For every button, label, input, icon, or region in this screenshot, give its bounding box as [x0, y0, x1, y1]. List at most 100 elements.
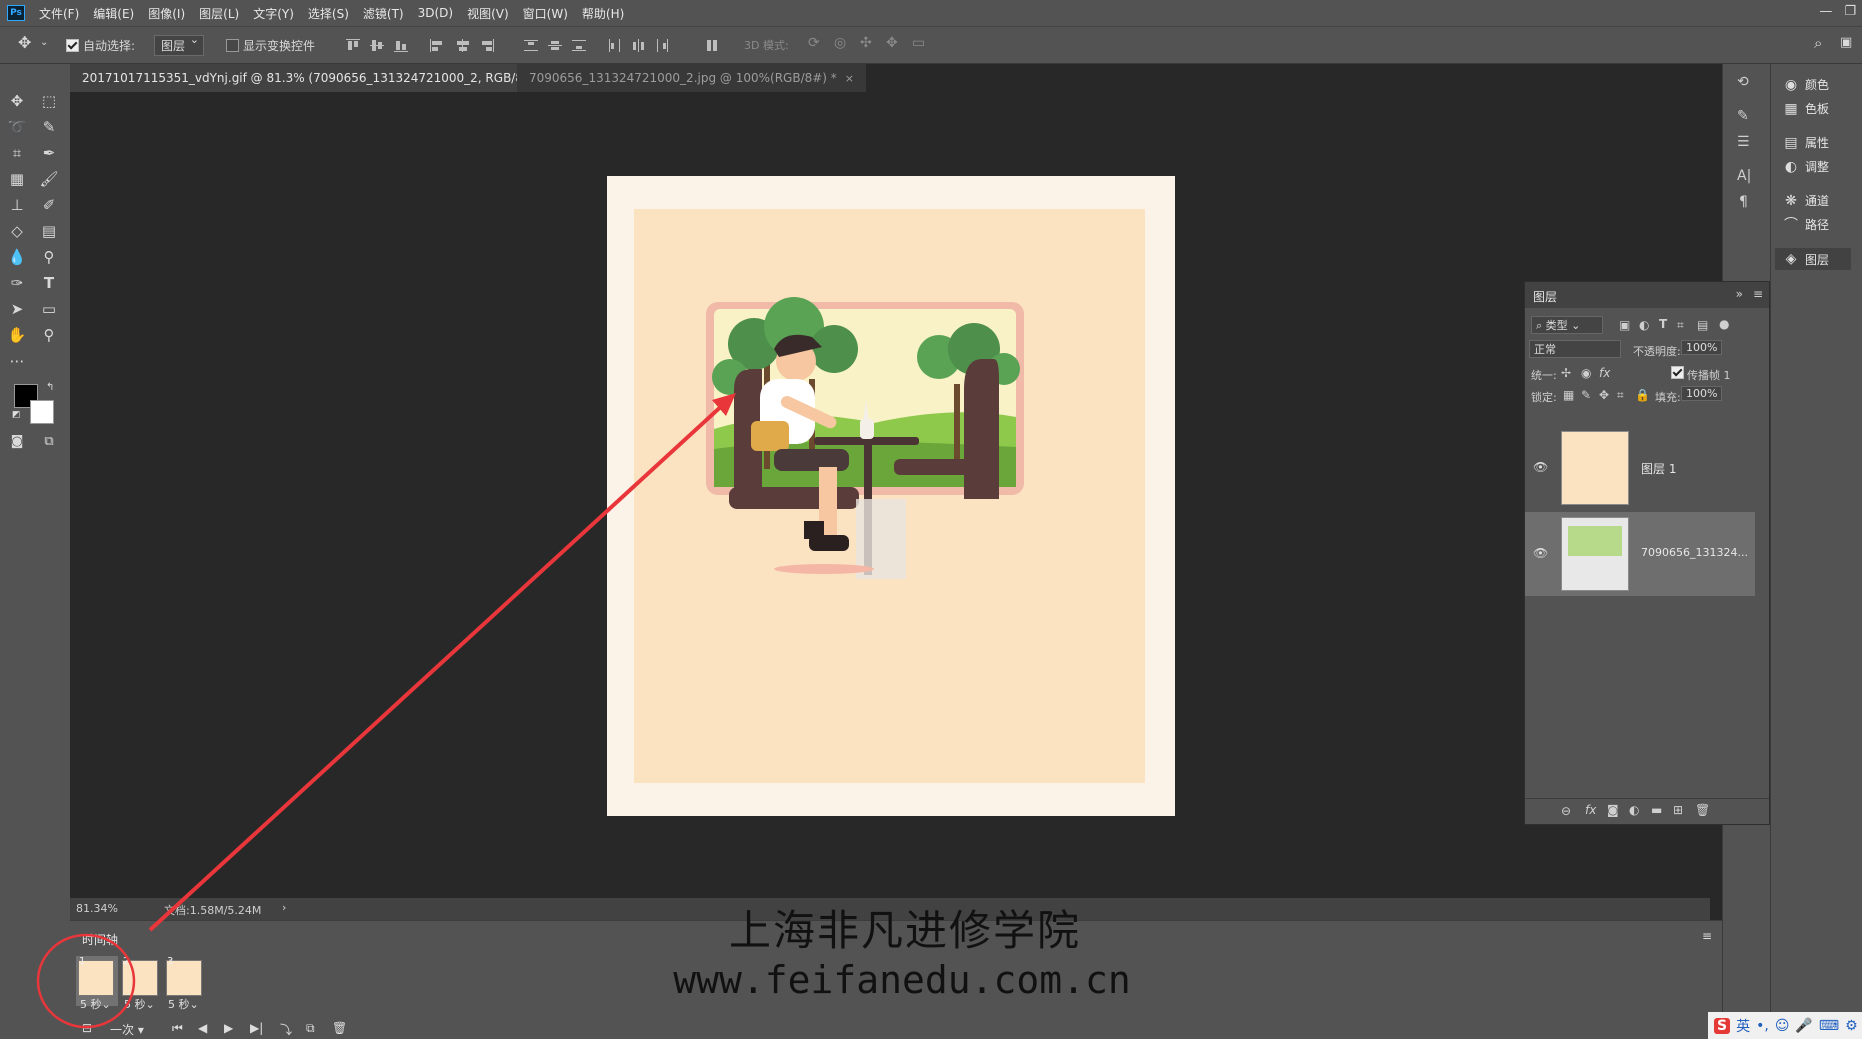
- layer-row-layer1[interactable]: 👁 图层 1: [1525, 426, 1755, 510]
- sogou-logo-icon[interactable]: S: [1714, 1017, 1731, 1034]
- more-tools-icon[interactable]: ⋯: [4, 350, 30, 372]
- distribute-left-icon[interactable]: [608, 39, 622, 52]
- dock-swatches[interactable]: ▦ 色板: [1783, 100, 1829, 117]
- lock-artboard-icon[interactable]: ⌗: [1617, 388, 1624, 403]
- filter-smart-object-icon[interactable]: ▤: [1697, 318, 1708, 332]
- restore-button[interactable]: ❐: [1844, 4, 1856, 19]
- fill-input[interactable]: 100%: [1681, 386, 1723, 401]
- minimize-button[interactable]: —: [1819, 4, 1832, 19]
- visibility-eye-icon[interactable]: 👁: [1533, 460, 1548, 474]
- play-icon[interactable]: ▶: [224, 1021, 233, 1035]
- dock-properties[interactable]: ▤ 属性: [1783, 134, 1829, 151]
- timeline-frame-2[interactable]: 25 秒⌄: [120, 956, 162, 1011]
- tween-icon[interactable]: ⤵: [280, 1021, 292, 1038]
- emoji-icon[interactable]: ☺: [1775, 1018, 1790, 1034]
- frame-tool-icon[interactable]: ▦: [4, 168, 30, 190]
- unify-visibility-icon[interactable]: ◉: [1581, 366, 1591, 380]
- workspace-icon[interactable]: ▣: [1840, 35, 1852, 50]
- quick-mask-icon[interactable]: ◙: [4, 430, 30, 452]
- crop-tool-icon[interactable]: ⌗: [4, 142, 30, 164]
- distribute-bottom-icon[interactable]: [572, 39, 586, 52]
- screen-mode-icon[interactable]: ⧉: [36, 430, 62, 452]
- menu-type[interactable]: 文字(Y): [253, 5, 294, 22]
- ime-mode[interactable]: 英: [1736, 1016, 1750, 1036]
- align-bottom-icon[interactable]: [394, 39, 408, 52]
- dock-paths[interactable]: ⌒ 路径: [1783, 216, 1829, 233]
- show-transform-checkbox[interactable]: 显示变换控件: [226, 37, 315, 54]
- delete-frame-icon[interactable]: 🗑: [332, 1021, 347, 1035]
- add-mask-icon[interactable]: ◙: [1607, 803, 1619, 817]
- collapse-panel-icon[interactable]: »: [1736, 287, 1743, 301]
- align-vcenter-icon[interactable]: [370, 39, 384, 52]
- blur-tool-icon[interactable]: 💧: [4, 246, 30, 268]
- move-tool-icon[interactable]: ✥: [18, 33, 31, 52]
- dock-color[interactable]: ◉ 颜色: [1783, 76, 1829, 93]
- convert-timeline-icon[interactable]: ⊟: [82, 1021, 92, 1035]
- stamp-tool-icon[interactable]: ⊥: [4, 194, 30, 216]
- eyedropper-tool-icon[interactable]: ✒: [36, 142, 62, 164]
- swap-colors-icon[interactable]: ↰: [46, 382, 54, 393]
- new-group-icon[interactable]: ▬: [1651, 803, 1662, 817]
- next-frame-icon[interactable]: ▶|: [250, 1021, 263, 1035]
- align-hcenter-icon[interactable]: [456, 39, 470, 52]
- move-tool-icon[interactable]: ✥: [4, 90, 30, 112]
- marquee-tool-icon[interactable]: ⬚: [36, 90, 62, 112]
- zoom-level[interactable]: 81.34%: [76, 902, 118, 915]
- rectangle-tool-icon[interactable]: ▭: [36, 298, 62, 320]
- history-brush-tool-icon[interactable]: ✐: [36, 194, 62, 216]
- layer-name[interactable]: 7090656_131324...: [1641, 546, 1748, 559]
- auto-align-icon[interactable]: [706, 39, 720, 52]
- type-tool-icon[interactable]: T: [36, 272, 62, 294]
- distribute-top-icon[interactable]: [524, 39, 538, 52]
- hand-tool-icon[interactable]: ✋: [4, 324, 30, 346]
- align-right-icon[interactable]: [480, 39, 494, 52]
- menu-edit[interactable]: 编辑(E): [93, 5, 134, 22]
- tab-gif-document[interactable]: 20171017115351_vdYnj.gif @ 81.3% (709065…: [70, 64, 567, 92]
- filter-kind-dropdown[interactable]: ⌕ 类型 ⌄: [1531, 316, 1603, 334]
- delete-layer-icon[interactable]: 🗑: [1695, 803, 1710, 817]
- menu-3d[interactable]: 3D(D): [418, 6, 453, 20]
- gradient-tool-icon[interactable]: ▤: [36, 220, 62, 242]
- keyboard-icon[interactable]: ⌨: [1819, 1018, 1839, 1034]
- close-tab-icon[interactable]: ×: [845, 72, 854, 85]
- filter-type-icon[interactable]: T: [1659, 317, 1667, 331]
- dock-layers[interactable]: ◈ 图层: [1775, 248, 1851, 270]
- distribute-hcenter-icon[interactable]: [632, 39, 646, 52]
- microphone-icon[interactable]: 🎤: [1795, 1018, 1812, 1034]
- dock-adjustments[interactable]: ◐ 调整: [1783, 158, 1829, 175]
- lock-position-icon[interactable]: ✥: [1599, 388, 1609, 402]
- paragraph-icon[interactable]: ¶: [1739, 194, 1748, 210]
- link-layers-icon[interactable]: ⊖: [1561, 804, 1571, 818]
- frame-duration[interactable]: 5 秒⌄: [168, 996, 199, 1012]
- dodge-tool-icon[interactable]: ⚲: [36, 246, 62, 268]
- duplicate-frame-icon[interactable]: ⧉: [306, 1021, 315, 1036]
- brush-settings-icon[interactable]: ✎: [1737, 108, 1749, 124]
- menu-view[interactable]: 视图(V): [467, 5, 509, 22]
- menu-help[interactable]: 帮助(H): [582, 5, 624, 22]
- menu-select[interactable]: 选择(S): [308, 5, 349, 22]
- loop-options-dropdown[interactable]: 一次 ▾: [110, 1021, 144, 1038]
- unify-style-icon[interactable]: fx: [1599, 366, 1610, 380]
- tab-jpg-document[interactable]: 7090656_131324721000_2.jpg @ 100%(RGB/8#…: [517, 64, 867, 92]
- status-menu-arrow[interactable]: ›: [282, 901, 286, 914]
- panel-menu-icon[interactable]: ≡: [1753, 287, 1763, 301]
- settings-icon[interactable]: ⚙: [1845, 1018, 1858, 1034]
- distribute-right-icon[interactable]: [656, 39, 670, 52]
- frame-duration[interactable]: 5 秒⌄: [80, 996, 111, 1012]
- visibility-eye-icon[interactable]: 👁: [1533, 546, 1548, 560]
- dock-channels[interactable]: ❋ 通道: [1783, 192, 1829, 209]
- first-frame-icon[interactable]: ⏮: [172, 1021, 183, 1036]
- character-icon[interactable]: A|: [1737, 168, 1751, 184]
- menu-layer[interactable]: 图层(L): [199, 5, 239, 22]
- default-colors-icon[interactable]: ◩: [12, 410, 21, 420]
- lock-transparent-icon[interactable]: ▦: [1563, 388, 1574, 402]
- background-color-swatch[interactable]: [30, 400, 54, 424]
- punctuation-icon[interactable]: •,: [1756, 1018, 1769, 1034]
- history-icon[interactable]: ⟲: [1737, 74, 1749, 90]
- brush-presets-icon[interactable]: ☰: [1737, 134, 1750, 150]
- frame-duration[interactable]: 5 秒⌄: [124, 996, 155, 1012]
- filter-toggle-icon[interactable]: ●: [1719, 317, 1729, 331]
- menu-image[interactable]: 图像(I): [148, 5, 185, 22]
- menu-window[interactable]: 窗口(W): [523, 5, 568, 22]
- zoom-tool-icon[interactable]: ⚲: [36, 324, 62, 346]
